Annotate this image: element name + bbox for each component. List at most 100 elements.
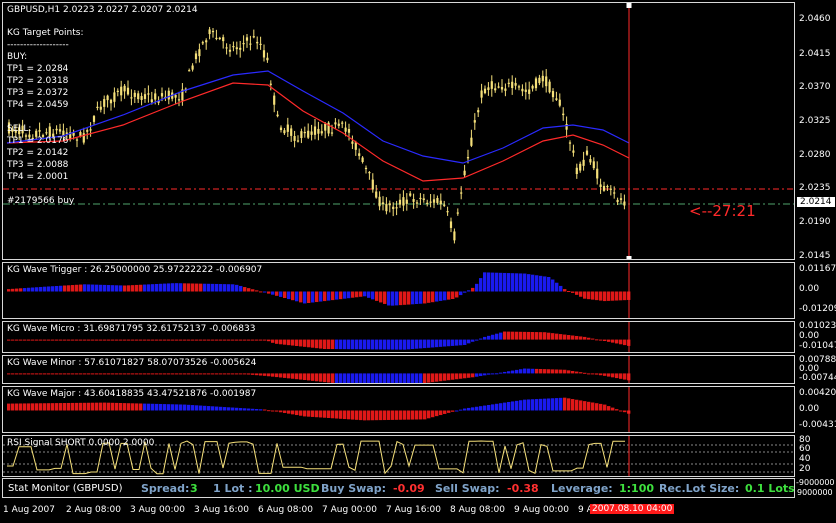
candle-body — [555, 98, 558, 100]
histogram-bar — [591, 402, 595, 411]
symbol-title: GBPUSD,H1 2.0223 2.0227 2.0207 2.0214 — [7, 5, 198, 15]
histogram-bar — [531, 368, 535, 374]
kg-wave-major-pane[interactable]: KG Wave Major : 43.60418835 43.47521876 … — [2, 386, 795, 433]
candle-body — [545, 76, 548, 87]
order-label[interactable]: #2179566 buy — [7, 195, 74, 207]
histogram-bar — [371, 339, 375, 350]
histogram-bar — [107, 373, 111, 375]
axis-tick: 40 — [799, 454, 811, 464]
candle-body — [228, 49, 232, 52]
candle-body — [286, 124, 289, 132]
price-tick: 2.0460 — [799, 14, 831, 24]
histogram-bar — [227, 407, 231, 411]
candle-body — [487, 87, 490, 91]
candle-body — [473, 120, 476, 123]
kg-wave-micro-pane[interactable]: KG Wave Micro : 31.69871795 32.61752137 … — [2, 321, 795, 353]
histogram-bar — [531, 332, 535, 340]
candle-body — [130, 97, 133, 99]
histogram-bar — [91, 284, 95, 292]
axis-tick: -0.01047 — [799, 341, 836, 351]
leverage-value: 1:100 — [619, 482, 655, 495]
price-tick: 2.0325 — [799, 116, 831, 126]
candle-body — [354, 142, 357, 150]
histogram-bar — [243, 339, 247, 341]
histogram-bar — [559, 369, 563, 374]
histogram-bar — [459, 409, 463, 411]
candle-body — [341, 122, 344, 124]
histogram-bar — [511, 401, 515, 411]
histogram-bar — [491, 334, 495, 340]
candle-body — [211, 30, 215, 33]
histogram-bar — [55, 403, 59, 411]
histogram-bar — [563, 334, 567, 340]
histogram-bar — [543, 398, 547, 411]
candle-body — [422, 198, 425, 201]
histogram-bar — [623, 410, 627, 413]
histogram-bar — [615, 339, 619, 344]
histogram-bar — [87, 373, 91, 375]
histogram-bar — [599, 373, 603, 376]
histogram-bar — [579, 372, 583, 374]
histogram-bar — [147, 284, 151, 292]
histogram-bar — [263, 409, 267, 411]
histogram-bar — [131, 339, 135, 341]
candle-body — [575, 167, 578, 175]
candle-body — [531, 85, 534, 89]
rsi-signal-pane[interactable]: RSI Signal SHORT 0.0000 2.0000 — [2, 435, 795, 477]
price-chart-canvas[interactable] — [3, 3, 795, 260]
histogram-bar — [383, 291, 387, 304]
histogram-bar — [191, 339, 195, 341]
histogram-bar — [319, 373, 323, 382]
candle-body — [548, 81, 551, 93]
histogram-bar — [239, 339, 243, 341]
histogram-bar — [455, 410, 459, 412]
histogram-bar — [67, 339, 71, 341]
buy-label: BUY: — [7, 52, 28, 62]
histogram-bar — [183, 404, 187, 411]
candle-body — [266, 57, 269, 61]
histogram-bar — [135, 403, 139, 411]
candle-body — [579, 163, 582, 171]
candle-body — [140, 96, 143, 100]
histogram-bar — [487, 272, 491, 292]
histogram-bar — [151, 339, 155, 341]
histogram-bar — [559, 397, 563, 411]
histogram-bar — [271, 410, 275, 412]
candle-body — [534, 78, 538, 89]
histogram-bar — [487, 335, 491, 340]
kg-wave-minor-pane[interactable]: KG Wave Minor : 57.61071827 58.07073526 … — [2, 355, 795, 384]
histogram-bar — [387, 339, 391, 350]
histogram-bar — [619, 291, 623, 301]
histogram-bar — [495, 403, 499, 411]
histogram-bar — [431, 373, 435, 383]
histogram-bar — [215, 339, 219, 341]
candle-body — [582, 159, 585, 166]
histogram-bar — [255, 339, 259, 341]
histogram-bar — [443, 373, 447, 381]
histogram-bar — [231, 373, 235, 375]
histogram-bar — [447, 339, 451, 347]
histogram-bar — [431, 410, 435, 418]
candle-body — [147, 93, 150, 95]
histogram-bar — [495, 272, 499, 292]
histogram-bar — [231, 407, 235, 411]
axis-tick: -0.00431 — [799, 420, 836, 430]
histogram-bar — [499, 332, 503, 340]
axis-tick: 9000000 — [797, 488, 833, 497]
candle-body — [317, 128, 320, 134]
histogram-bar — [379, 373, 383, 383]
histogram-bar — [267, 410, 271, 412]
candle-body — [225, 47, 228, 49]
candle-body — [460, 192, 463, 194]
kg-wave-trigger-pane[interactable]: KG Wave Trigger : 26.25000000 25.9722222… — [2, 262, 795, 319]
histogram-bar — [463, 339, 467, 345]
candle-body — [242, 43, 245, 45]
histogram-bar — [383, 410, 387, 421]
candle-body — [470, 137, 473, 146]
candle-body — [528, 89, 531, 94]
histogram-bar — [519, 369, 523, 374]
price-chart-pane[interactable]: GBPUSD,H1 2.0223 2.0227 2.0207 2.0214 KG… — [2, 2, 795, 260]
histogram-bar — [31, 373, 35, 375]
candle-body — [619, 198, 623, 200]
kg-target-header: KG Target Points: — [7, 28, 84, 38]
